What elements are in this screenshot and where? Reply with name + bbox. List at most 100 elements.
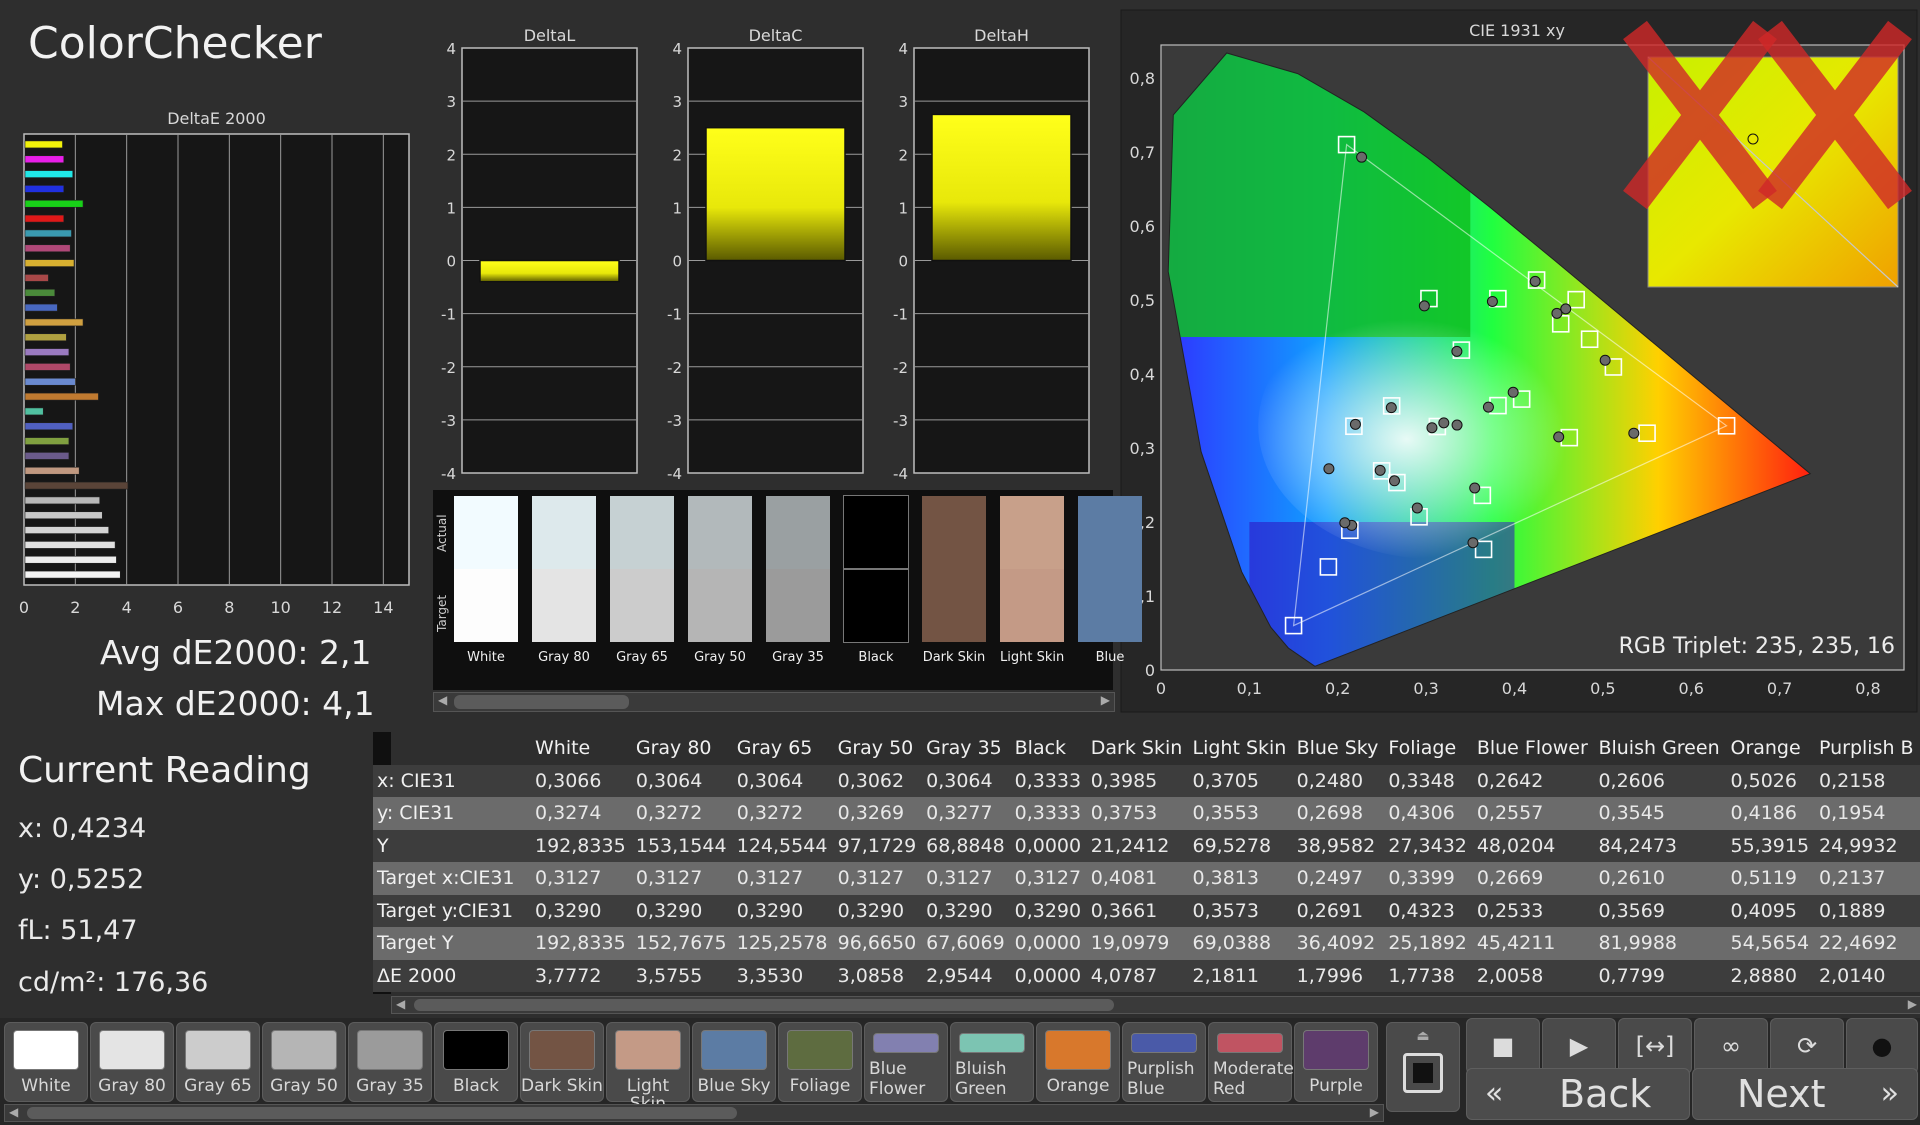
table-scroll-right-icon[interactable]: ▶: [1908, 997, 1917, 1011]
cie-x-tick: 0,5: [1590, 679, 1615, 698]
patch-button-gray-50[interactable]: Gray 50: [262, 1022, 346, 1102]
refresh-button[interactable]: ⟳: [1770, 1018, 1844, 1074]
swatch-actual: [454, 496, 518, 569]
table-header-cell[interactable]: Gray 65: [733, 732, 834, 765]
table-header-cell[interactable]: Bluish Green: [1594, 732, 1726, 765]
scroll-right-icon[interactable]: ▶: [1101, 693, 1110, 707]
table-header-cell[interactable]: Foliage: [1384, 732, 1473, 765]
cie-actual-marker: [1418, 300, 1430, 312]
table-cell: 3,7772: [531, 959, 632, 992]
table-cell: 0,3064: [732, 764, 834, 797]
cie-x-tick: 0,1: [1237, 679, 1262, 698]
patch-label: Dark Skin: [521, 1076, 603, 1096]
next-button[interactable]: Next »: [1692, 1068, 1918, 1120]
table-cell: 0,3573: [1188, 894, 1293, 927]
deltal-tick-label: -3: [441, 412, 456, 430]
play-button[interactable]: ▶: [1542, 1018, 1616, 1074]
table-scroll-thumb[interactable]: [414, 999, 1114, 1011]
stop-button[interactable]: ■: [1466, 1018, 1540, 1074]
patch-button-blue-flower[interactable]: Blue Flower: [864, 1022, 948, 1102]
table-header-cell[interactable]: Dark Skin: [1087, 732, 1189, 765]
back-button[interactable]: « Back: [1466, 1068, 1690, 1120]
patch-button-black[interactable]: Black: [434, 1022, 518, 1102]
deltal-tick-label: 0: [446, 253, 456, 271]
deltae-bar: [24, 377, 76, 386]
patch-button-white[interactable]: White: [4, 1022, 88, 1102]
deltae-bar: [24, 274, 49, 282]
patch-label: Gray 35: [356, 1076, 424, 1096]
stop-measure-button[interactable]: ⏏: [1386, 1022, 1460, 1112]
back-label: Back: [1559, 1072, 1652, 1116]
table-header-cell[interactable]: Blue Sky: [1293, 732, 1385, 765]
table-header-cell[interactable]: Gray 35: [922, 732, 1011, 765]
deltal-tick-label: 4: [446, 40, 456, 58]
table-header-cell[interactable]: Blue Flower: [1473, 732, 1595, 765]
table-cell: 3,0858: [833, 959, 923, 992]
patch-button-light-skin[interactable]: Light Skin: [606, 1022, 690, 1113]
swatch-scroll-thumb[interactable]: [454, 695, 629, 709]
fit-button[interactable]: [↔]: [1618, 1018, 1692, 1074]
patch-button-gray-35[interactable]: Gray 35: [348, 1022, 432, 1102]
record-button[interactable]: ●: [1846, 1018, 1918, 1074]
patch-button-purplish-blue[interactable]: Purplish Blue: [1122, 1022, 1206, 1102]
table-cell: 0,3127: [531, 862, 632, 895]
patch-label-line1: Bluish: [955, 1059, 1007, 1079]
patch-label-line1: Blue: [869, 1059, 907, 1079]
patch-button-gray-65[interactable]: Gray 65: [176, 1022, 260, 1102]
scroll-left-icon[interactable]: ◀: [438, 693, 447, 707]
table-header-cell[interactable]: Black: [1011, 732, 1087, 765]
patch-button-moderate-red[interactable]: Moderate Red: [1208, 1022, 1294, 1102]
table-header-row: White Gray 80 Gray 65 Gray 50 Gray 35 Black Da…: [373, 732, 1920, 765]
table-cell: 69,0388: [1188, 927, 1293, 960]
swatch-label: Light Skin: [1000, 650, 1064, 665]
deltah-tick-label: 2: [898, 146, 908, 164]
patch-button-gray-80[interactable]: Gray 80: [90, 1022, 174, 1102]
cie-x-tick: 0,7: [1767, 679, 1792, 698]
table-cell: 0,3553: [1188, 797, 1293, 830]
table-row: Target x:CIE31 0,3127 0,3127 0,3127 0,3127 0,…: [373, 862, 1920, 895]
patch-button-dark-skin[interactable]: Dark Skin: [520, 1022, 604, 1102]
deltac-tick-label: 0: [672, 253, 682, 271]
deltac-chart: DeltaC 4 3 2 1 0 -1 -2 -3 -4: [667, 26, 864, 483]
table-row: Y 192,8335 153,1544 124,5544 97,1729 68,8848 0…: [373, 829, 1920, 862]
table-cell: 2,9544: [922, 959, 1011, 992]
record-icon: ●: [1871, 1032, 1893, 1060]
table-header-cell[interactable]: Purplish B: [1815, 732, 1920, 765]
patch-button-orange[interactable]: Orange: [1036, 1022, 1120, 1102]
patch-scroll-thumb[interactable]: [27, 1107, 737, 1119]
swatch-label: Black: [858, 650, 894, 665]
table-cell: 0,0000: [1010, 959, 1087, 992]
table-cell: 67,6069: [922, 927, 1011, 960]
deltae-bar: [24, 437, 70, 445]
table-cell: 0,2533: [1472, 894, 1595, 927]
table-cell: 22,4692: [1814, 927, 1920, 960]
patch-label: Blue Flower: [869, 1059, 945, 1099]
table-cell: 0,3290: [1010, 894, 1087, 927]
patch-button-blue-sky[interactable]: Blue Sky: [692, 1022, 776, 1102]
swatch-target: [532, 569, 596, 642]
table-cell: 0,3569: [1594, 894, 1727, 927]
table-header-cell[interactable]: Gray 80: [632, 732, 733, 765]
table-scroll-left-icon[interactable]: ◀: [396, 997, 405, 1011]
table-scrollbar[interactable]: ◀ ▶: [391, 996, 1920, 1014]
swatch-scrollbar[interactable]: ◀ ▶: [433, 692, 1115, 712]
patch-button-foliage[interactable]: Foliage: [778, 1022, 862, 1102]
table-header-cell[interactable]: Gray 50: [834, 732, 923, 765]
table-cell: 38,9582: [1292, 829, 1385, 862]
patch-button-purple[interactable]: Purple: [1294, 1022, 1378, 1102]
patch-button-bluish-green[interactable]: Bluish Green: [950, 1022, 1034, 1102]
cie-actual-marker: [1349, 418, 1361, 430]
patch-scrollbar[interactable]: ◀ ▶: [4, 1104, 1384, 1122]
table-cell: 0,3290: [631, 894, 733, 927]
table-header-cell[interactable]: Light Skin: [1189, 732, 1293, 765]
table-header-cell[interactable]: [373, 732, 531, 765]
patch-scroll-left-icon[interactable]: ◀: [9, 1105, 18, 1119]
table-header-cell[interactable]: Orange: [1726, 732, 1815, 765]
patch-label: Bluish Green: [955, 1059, 1031, 1099]
loop-button[interactable]: ∞: [1694, 1018, 1768, 1074]
patch-scroll-right-icon[interactable]: ▶: [1370, 1105, 1379, 1119]
patch-color-chip: [1131, 1033, 1197, 1053]
table-cell: 0,3333: [1010, 797, 1087, 830]
table-header-cell[interactable]: White: [531, 732, 632, 765]
deltae-bar: [24, 363, 71, 371]
